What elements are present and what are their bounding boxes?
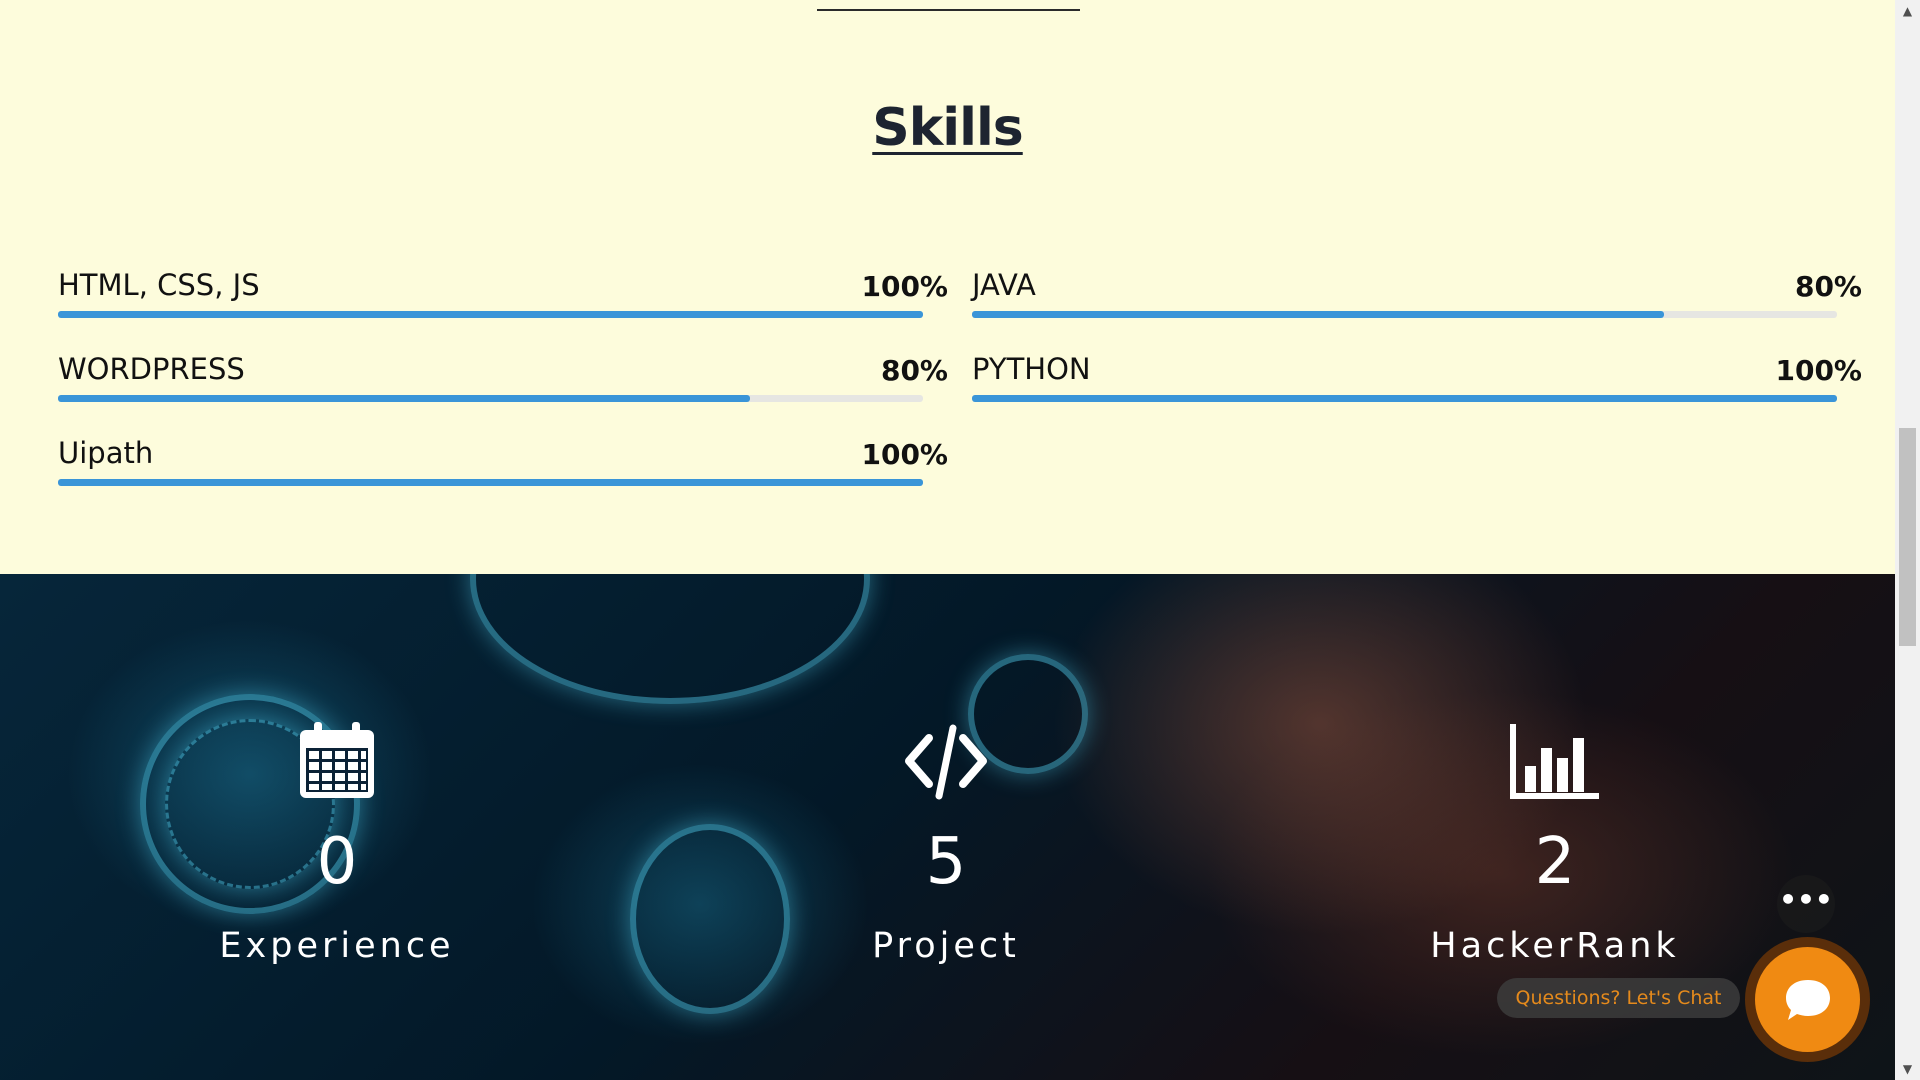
- stat-project: 5 Project: [746, 720, 1146, 966]
- skill-bar-track: [972, 395, 1837, 402]
- calendar-icon: [300, 722, 374, 798]
- skill-java: JAVA 80%: [972, 268, 1862, 328]
- stat-label: HackerRank: [1430, 926, 1680, 966]
- stat-value: 0: [316, 825, 358, 899]
- section-divider: [817, 9, 1080, 11]
- skill-bar-fill: [58, 311, 923, 318]
- skill-bar-track: [58, 395, 923, 402]
- skills-title: Skills: [872, 98, 1023, 158]
- skill-bar-fill: [58, 395, 750, 402]
- skill-wordpress: WORDPRESS 80%: [58, 352, 948, 412]
- skill-name: HTML, CSS, JS: [58, 268, 260, 302]
- skill-percent: 100%: [861, 270, 948, 303]
- bar-chart-icon: [1510, 724, 1599, 799]
- skill-html-css-js: HTML, CSS, JS 100%: [58, 268, 948, 328]
- skill-bar-track: [58, 479, 923, 486]
- stat-experience: 0 Experience: [137, 720, 537, 966]
- hologram-arc-graphic: [470, 574, 870, 704]
- skill-uipath: Uipath 100%: [58, 436, 948, 496]
- skill-bar-track: [58, 311, 923, 318]
- skill-percent: 100%: [1775, 354, 1862, 387]
- chat-open-button[interactable]: [1745, 937, 1870, 1062]
- skill-percent: 100%: [861, 438, 948, 471]
- chat-more-button[interactable]: •••: [1777, 875, 1835, 933]
- skill-name: Uipath: [58, 436, 154, 470]
- skill-name: PYTHON: [972, 352, 1091, 386]
- skills-section: Skills HTML, CSS, JS 100% JAVA 80% WORDP…: [0, 0, 1895, 574]
- stat-value: 2: [1534, 825, 1576, 899]
- skill-bar-fill: [58, 479, 923, 486]
- scroll-thumb[interactable]: [1899, 428, 1916, 646]
- stat-label: Project: [872, 926, 1020, 966]
- page: Skills HTML, CSS, JS 100% JAVA 80% WORDP…: [0, 0, 1895, 1080]
- skill-percent: 80%: [880, 354, 948, 387]
- skill-python: PYTHON 100%: [972, 352, 1862, 412]
- skill-bar-track: [972, 311, 1837, 318]
- chat-prompt-label[interactable]: Questions? Let's Chat: [1497, 978, 1740, 1018]
- page-scrollbar[interactable]: ▲ ▼: [1895, 0, 1920, 1080]
- skill-percent: 80%: [1794, 270, 1862, 303]
- skill-bar-fill: [972, 311, 1664, 318]
- stat-value: 5: [925, 825, 967, 899]
- scroll-up-icon[interactable]: ▲: [1895, 0, 1920, 22]
- skill-name: JAVA: [972, 268, 1036, 302]
- skill-name: WORDPRESS: [58, 352, 245, 386]
- code-icon: [905, 724, 987, 800]
- skill-bar-fill: [972, 395, 1837, 402]
- stat-label: Experience: [219, 926, 455, 966]
- scroll-down-icon[interactable]: ▼: [1895, 1058, 1920, 1080]
- stat-hackerrank: 2 HackerRank: [1355, 720, 1755, 966]
- chat-bubble-icon: [1785, 979, 1830, 1020]
